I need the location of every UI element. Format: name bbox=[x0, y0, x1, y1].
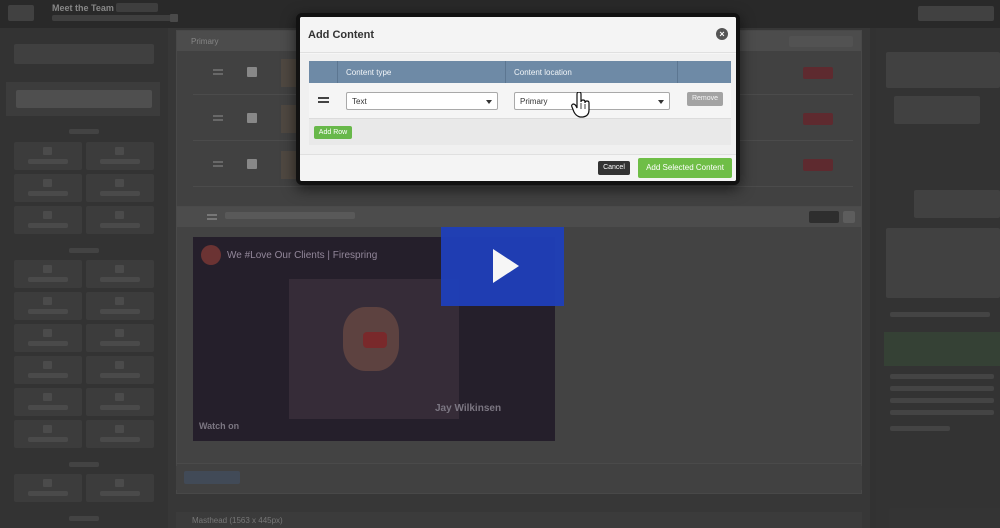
content-type-value: Text bbox=[352, 97, 367, 106]
hand-cursor-icon bbox=[571, 92, 590, 118]
chevron-down-icon bbox=[658, 100, 664, 104]
dialog-title: Add Content bbox=[308, 29, 374, 41]
chevron-down-icon bbox=[486, 100, 492, 104]
drag-handle-icon[interactable] bbox=[318, 97, 329, 103]
table-header: Content type Content location bbox=[309, 61, 731, 83]
dialog-body: Content type Content location Text Prima… bbox=[300, 54, 736, 154]
content-type-select[interactable]: Text bbox=[346, 92, 498, 110]
content-location-value: Primary bbox=[520, 97, 548, 106]
column-header-content-location: Content location bbox=[514, 68, 572, 77]
column-header-content-type: Content type bbox=[346, 68, 392, 77]
content-location-select[interactable]: Primary bbox=[514, 92, 670, 110]
dialog-footer: Cancel Add Selected Content bbox=[300, 154, 736, 181]
table-row: Text Primary Remove bbox=[309, 83, 731, 119]
add-selected-content-button[interactable]: Add Selected Content bbox=[638, 158, 732, 178]
play-triangle bbox=[493, 249, 519, 283]
add-content-dialog: Add Content × Content type Content locat… bbox=[296, 13, 740, 185]
close-icon[interactable]: × bbox=[716, 28, 728, 40]
cancel-button[interactable]: Cancel bbox=[598, 161, 630, 175]
remove-row-button[interactable]: Remove bbox=[687, 92, 723, 106]
add-row-button[interactable]: Add Row bbox=[314, 126, 352, 139]
play-icon[interactable] bbox=[441, 227, 564, 306]
content-table: Content type Content location Text Prima… bbox=[309, 61, 731, 145]
dialog-header: Add Content × bbox=[300, 17, 736, 53]
